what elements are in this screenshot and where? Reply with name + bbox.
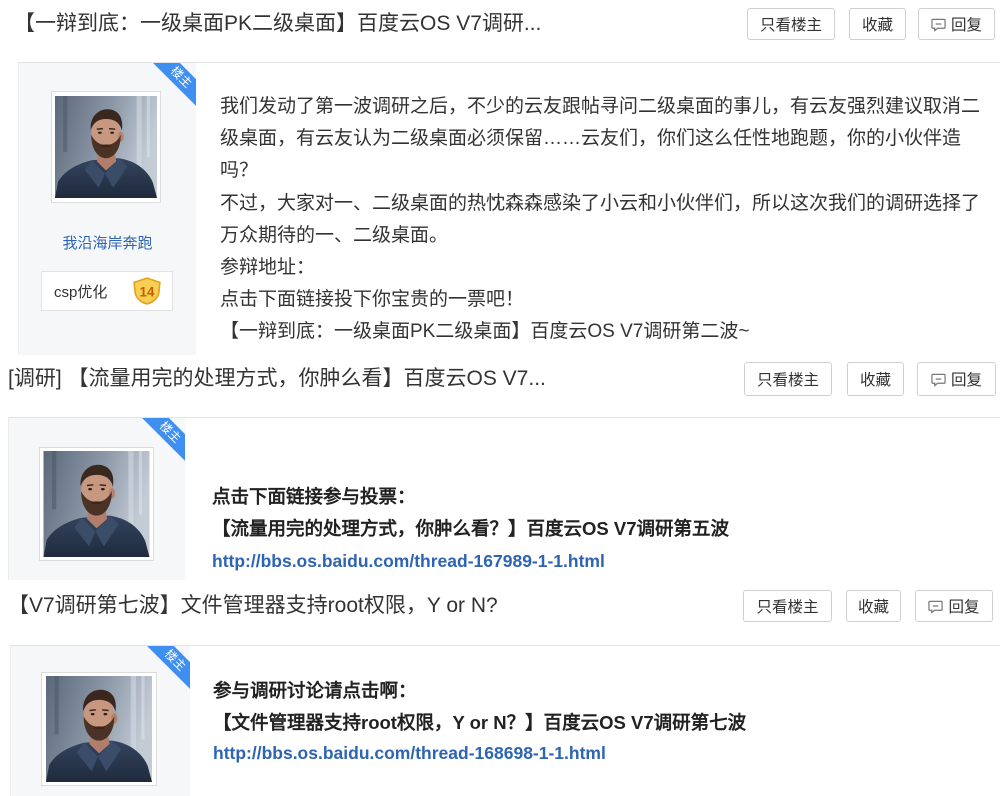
favorite-button[interactable]: 收藏 (849, 8, 906, 40)
only-op-label: 只看楼主 (756, 372, 819, 389)
author-panel: 楼主 (8, 418, 185, 580)
level-number: 14 (140, 284, 155, 299)
only-op-label: 只看楼主 (759, 17, 822, 34)
content-line: 吗？ (220, 160, 259, 182)
favorite-label: 收藏 (859, 372, 891, 389)
post-content: 我们发动了第一波调研之后，不少的云友跟帖寻问二级桌面的事儿，有云友强烈建议取消二… (220, 91, 980, 349)
thread-3: 【V7调研第七波】文件管理器支持root权限，Y or N? 只看楼主 收藏 回… (0, 580, 1000, 796)
favorite-label: 收藏 (861, 17, 893, 34)
reply-label: 回复 (950, 17, 982, 34)
content-line: 点击下面链接参与投票： (212, 486, 416, 507)
only-op-button[interactable]: 只看楼主 (747, 8, 835, 40)
content-line: 点击下面链接投下你宝贵的一票吧！ (220, 289, 525, 311)
favorite-label: 收藏 (857, 599, 889, 616)
author-name[interactable]: 我沿海岸奔跑 (19, 234, 196, 254)
content-line: 参与调研讨论请点击啊： (213, 680, 417, 701)
author-panel: 楼主 (10, 646, 190, 796)
post-content: 参与调研讨论请点击啊： 【文件管理器支持root权限，Y or N？】百度云OS… (213, 675, 746, 770)
post: 楼主 点击下面链接参与投票： 【流量用完的处理方式，你肿么看？】百度云OS V7… (8, 417, 1000, 580)
op-ribbon: 楼主 (138, 646, 190, 698)
post: 楼主 我沿海岸奔跑 csp优化 14 我们发动了第一波调研之后，不少的云友跟帖寻… (18, 62, 1000, 355)
reply-button[interactable]: 回复 (917, 362, 996, 396)
comment-icon (928, 599, 943, 614)
author-level-tag[interactable]: csp优化 14 (41, 271, 173, 311)
thread-title[interactable]: 【一辩到底：一级桌面PK二级桌面】百度云OS V7调研... (14, 7, 541, 41)
comment-icon (931, 372, 946, 387)
thread-link[interactable]: http://bbs.os.baidu.com/thread-167989-1-… (212, 545, 729, 577)
op-ribbon: 楼主 (133, 418, 185, 470)
content-line: 参辩地址： (220, 256, 316, 278)
favorite-button[interactable]: 收藏 (847, 362, 904, 396)
op-ribbon: 楼主 (144, 63, 196, 115)
thread-title[interactable]: 【V7调研第七波】文件管理器支持root权限，Y or N? (8, 589, 498, 623)
thread-title[interactable]: [调研] 【流量用完的处理方式，你肿么看】百度云OS V7... (8, 362, 546, 396)
op-badge: 楼主 (141, 646, 190, 695)
content-line: 【一辩到底：一级桌面PK二级桌面】百度云OS V7调研第二波~ (220, 321, 750, 343)
only-op-button[interactable]: 只看楼主 (744, 362, 832, 396)
content-line: 【文件管理器支持root权限，Y or N？】百度云OS V7调研第七波 (213, 711, 747, 733)
content-line: 【流量用完的处理方式，你肿么看？】百度云OS V7调研第五波 (212, 518, 729, 539)
shield-icon: 14 (133, 277, 161, 305)
thread-1: 【一辩到底：一级桌面PK二级桌面】百度云OS V7调研... 只看楼主 收藏 回… (0, 0, 1000, 355)
thread-link[interactable]: http://bbs.os.baidu.com/thread-168698-1-… (213, 738, 746, 770)
thread-2: [调研] 【流量用完的处理方式，你肿么看】百度云OS V7... 只看楼主 收藏… (0, 355, 1000, 580)
only-op-button[interactable]: 只看楼主 (743, 590, 832, 622)
avatar-photo (55, 95, 157, 199)
reply-button[interactable]: 回复 (915, 590, 993, 622)
content-line: 级桌面，有云友认为二级桌面必须保留……云友们，你们这么任性地跑题，你的小伙伴造 (220, 128, 962, 150)
post: 楼主 参与调研讨论请点击啊： 【文件管理器支持root权限，Y or N？】百度… (10, 645, 1000, 796)
reply-label: 回复 (948, 599, 980, 616)
content-line: 我们发动了第一波调研之后，不少的云友跟帖寻问二级桌面的事儿，有云友强烈建议取消二 (220, 96, 981, 117)
reply-label: 回复 (950, 372, 982, 389)
comment-icon (931, 17, 946, 32)
op-badge: 楼主 (136, 418, 185, 467)
reply-button[interactable]: 回复 (918, 8, 995, 40)
content-line: 万众期待的一、二级桌面。 (220, 224, 449, 246)
content-line: 不过，大家对一、二级桌面的热忱森森感染了小云和小伙伴们，所以这次我们的调研选择了 (220, 192, 981, 214)
op-badge: 楼主 (147, 63, 196, 112)
avatar-photo (45, 676, 153, 782)
tag-label: csp优化 (54, 283, 108, 301)
only-op-label: 只看楼主 (756, 599, 819, 616)
favorite-button[interactable]: 收藏 (846, 590, 901, 622)
post-content: 点击下面链接参与投票： 【流量用完的处理方式，你肿么看？】百度云OS V7调研第… (212, 481, 729, 577)
author-panel: 楼主 我沿海岸奔跑 csp优化 14 (18, 63, 196, 355)
